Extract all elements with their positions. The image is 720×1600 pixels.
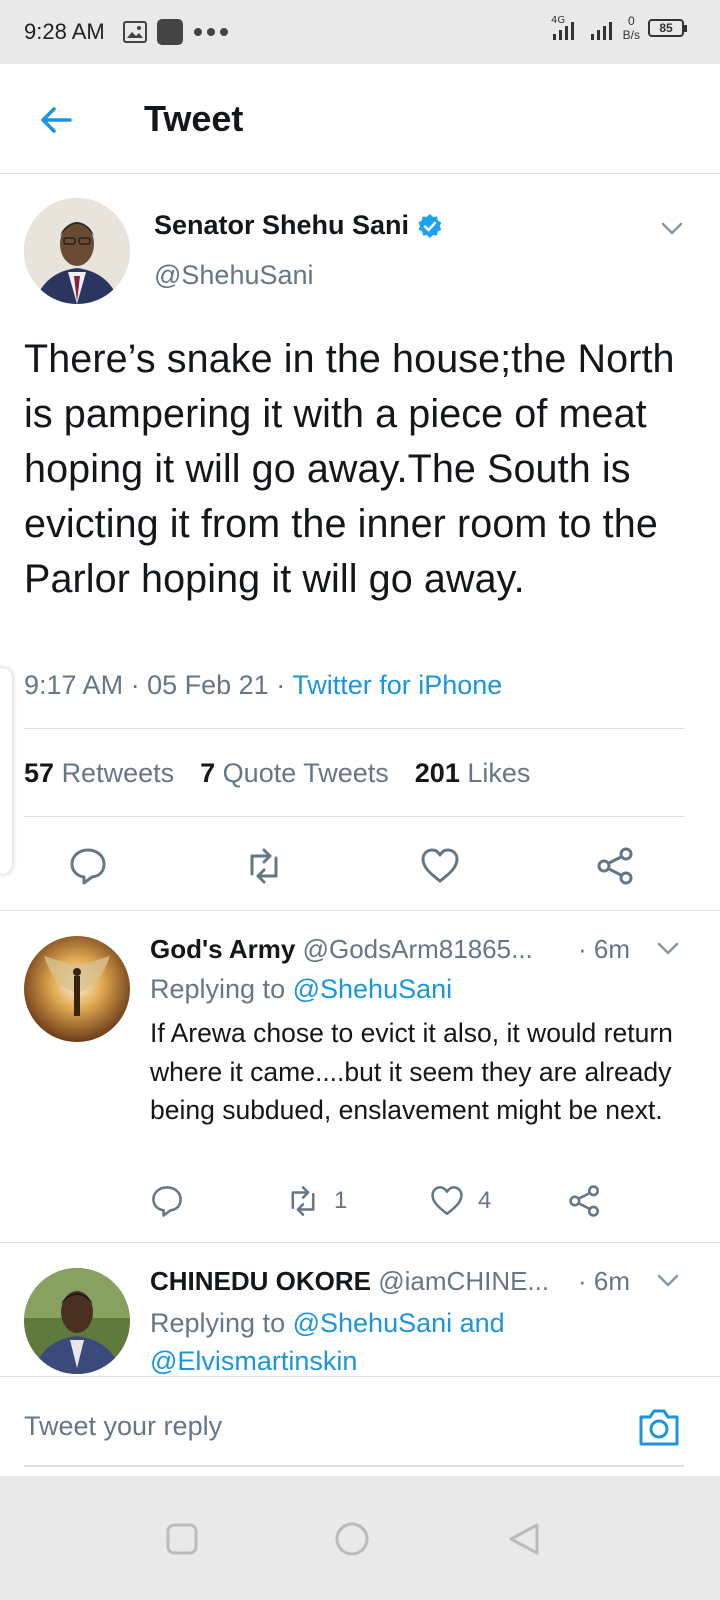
reply-avatar[interactable]: [24, 1268, 130, 1374]
verified-badge-icon: [418, 213, 442, 238]
status-bar: 9:28 AM 4G 0 B/s 85: [0, 0, 720, 64]
replying-to: Replying to @ShehuSani and @Elvismartins…: [150, 1304, 570, 1376]
meta-separator: ·: [130, 670, 148, 700]
chevron-down-icon[interactable]: [656, 936, 680, 960]
data-speed-unit: B/s: [622, 28, 640, 42]
reply-time: · 6m: [578, 1266, 630, 1296]
signal-icon: [590, 22, 612, 40]
tweet-date: 05 Feb 21: [147, 670, 269, 700]
reply-icon[interactable]: [68, 846, 108, 886]
quotes-count: 7: [200, 758, 216, 788]
reply-header: CHINEDU OKORE @iamCHINE...: [150, 1266, 549, 1297]
app-bar: Tweet: [0, 64, 720, 174]
chevron-down-icon[interactable]: [656, 1268, 680, 1292]
replying-to: Replying to @ShehuSani: [150, 974, 452, 1005]
retweets-stat[interactable]: 57 Retweets: [24, 758, 174, 789]
meta-separator: ·: [276, 670, 293, 700]
tweet-meta: 9:17 AM · 05 Feb 21 · Twitter for iPhone: [24, 670, 502, 701]
gallery-notification-icon: [122, 21, 147, 43]
retweets-count: 57: [24, 758, 55, 788]
reply-author-name[interactable]: God's Army: [150, 934, 295, 964]
heart-icon: [431, 1186, 463, 1216]
reply-share-button[interactable]: [568, 1184, 602, 1218]
divider: [0, 1242, 720, 1243]
more-notifications-icon: [193, 28, 228, 36]
reply-avatar[interactable]: [24, 936, 130, 1042]
reply-like-count: 4: [478, 1187, 492, 1214]
back-arrow-icon[interactable]: [36, 100, 76, 140]
chevron-down-icon[interactable]: [660, 216, 684, 240]
page-title: Tweet: [144, 98, 244, 139]
reply-header: God's Army @GodsArm81865...: [150, 934, 533, 965]
data-speed-value: 0: [627, 14, 635, 28]
battery-icon: 85: [648, 19, 687, 37]
replying-prefix: Replying to: [150, 974, 286, 1004]
divider: [24, 816, 684, 817]
reply-text: If Arewa chose to evict it also, it woul…: [150, 1018, 673, 1125]
author-name-text: Senator Shehu Sani: [154, 210, 410, 240]
reply-author-name[interactable]: CHINEDU OKORE: [150, 1266, 371, 1296]
reply-retweet-button[interactable]: 1: [286, 1184, 347, 1218]
recent-apps-icon[interactable]: [164, 1521, 200, 1557]
system-nav-bar: [0, 1476, 720, 1600]
app-notification-icon: [156, 19, 183, 45]
tweet-source-link[interactable]: Twitter for iPhone: [292, 670, 502, 700]
share-icon[interactable]: [596, 846, 636, 886]
reply-input-underline: [24, 1465, 684, 1467]
heart-icon[interactable]: [420, 846, 460, 886]
reply-author-handle[interactable]: @iamCHINE...: [378, 1266, 549, 1296]
quote-tweets-stat[interactable]: 7 Quote Tweets: [200, 758, 389, 789]
author-name[interactable]: Senator Shehu Sani: [154, 210, 443, 241]
back-icon[interactable]: [506, 1521, 542, 1557]
tweet-time: 9:17 AM: [24, 670, 124, 700]
reply-icon: [152, 1186, 182, 1217]
tweet-actions: [0, 840, 720, 910]
likes-label: Likes: [467, 758, 531, 788]
data-speed: 0 B/s: [623, 14, 640, 42]
tweet-stats: 57 Retweets 7 Quote Tweets 201 Likes: [24, 758, 530, 789]
replying-prefix: Replying to: [150, 1308, 286, 1338]
reply-like-button[interactable]: 4: [430, 1184, 491, 1218]
status-time: 9:28 AM: [24, 19, 105, 44]
retweet-icon[interactable]: [244, 846, 284, 886]
camera-icon[interactable]: [638, 1407, 680, 1447]
tweet-text: There’s snake in the house;the North is …: [24, 337, 675, 601]
likes-count: 201: [414, 758, 460, 788]
share-icon: [569, 1185, 600, 1217]
retweets-label: Retweets: [61, 758, 175, 788]
reply-input[interactable]: Tweet your reply: [24, 1411, 222, 1442]
reply-retweet-count: 1: [334, 1187, 348, 1214]
reply-time: · 6m: [578, 934, 630, 964]
battery-level: 85: [659, 21, 673, 35]
author-avatar[interactable]: [24, 198, 130, 304]
reply-author-handle[interactable]: @GodsArm81865...: [303, 934, 533, 964]
reply-tweet[interactable]: CHINEDU OKORE @iamCHINE... · 6m Replying…: [0, 1244, 720, 1376]
home-icon[interactable]: [334, 1521, 370, 1557]
reply-reply-button[interactable]: [150, 1184, 184, 1218]
replying-to-link[interactable]: @ShehuSani: [293, 974, 453, 1004]
reply-composer: Tweet your reply: [0, 1376, 720, 1476]
network-type: 4G: [551, 15, 565, 26]
divider: [0, 910, 720, 911]
signal-4g-icon: 4G: [551, 15, 574, 40]
reply-actions: 1 4: [150, 1184, 700, 1224]
likes-stat[interactable]: 201 Likes: [415, 758, 531, 789]
retweet-icon: [291, 1186, 315, 1216]
divider: [24, 728, 684, 729]
edge-panel-handle[interactable]: [0, 668, 12, 874]
author-handle[interactable]: @ShehuSani: [154, 260, 314, 291]
quotes-label: Quote Tweets: [222, 758, 389, 788]
